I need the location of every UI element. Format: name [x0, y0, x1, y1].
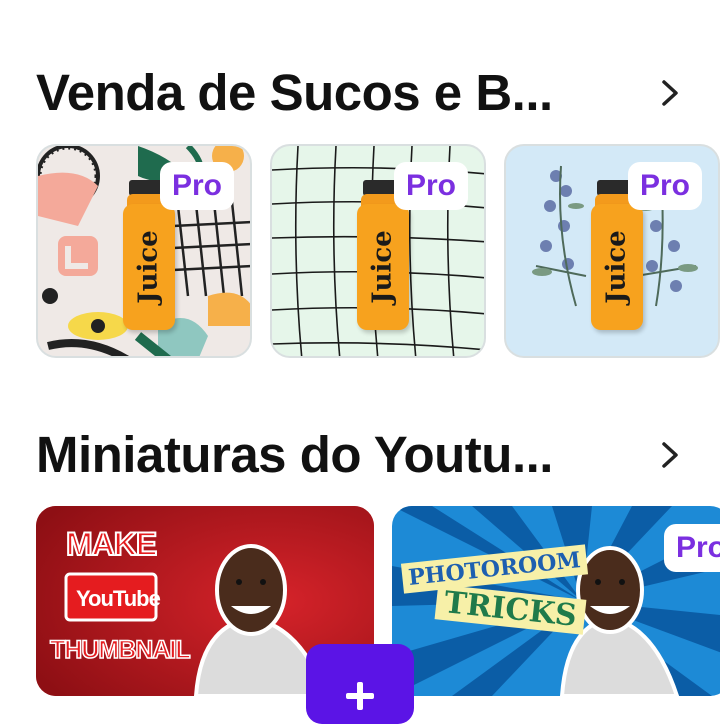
create-button[interactable] [306, 644, 414, 724]
template-row-juice: Juice Pro Juice Pro Juice Pro [36, 144, 720, 360]
template-card[interactable]: Juice Pro [36, 144, 252, 358]
template-card[interactable]: Juice Pro [504, 144, 720, 358]
section-header-youtube[interactable]: Miniaturas do Youtu... [36, 420, 720, 490]
section-header-juice[interactable]: Venda de Sucos e B... [36, 58, 720, 128]
template-card[interactable]: Juice Pro [270, 144, 486, 358]
pro-badge: Pro [393, 162, 468, 210]
pro-badge: Pro [159, 162, 234, 210]
chevron-right-icon[interactable] [654, 438, 684, 472]
thumbnail-text-make: MAKE [65, 525, 158, 563]
pro-badge: Pro [627, 162, 702, 210]
thumbnail-text-youtube: YouTube [76, 586, 161, 611]
template-card[interactable]: PHOTOROOM TRICKS Pro [392, 506, 720, 696]
bottle-label: Juice [368, 230, 398, 304]
plus-icon [346, 682, 374, 710]
bottle-label: Juice [602, 230, 632, 304]
bottle-label: Juice [134, 230, 164, 304]
section-title: Venda de Sucos e B... [36, 64, 553, 121]
chevron-right-icon[interactable] [654, 76, 684, 110]
section-title: Miniaturas do Youtu... [36, 426, 553, 483]
thumbnail-text-thumbnail: THUMBNAIL [49, 635, 191, 665]
pro-badge: Pro [663, 524, 720, 572]
